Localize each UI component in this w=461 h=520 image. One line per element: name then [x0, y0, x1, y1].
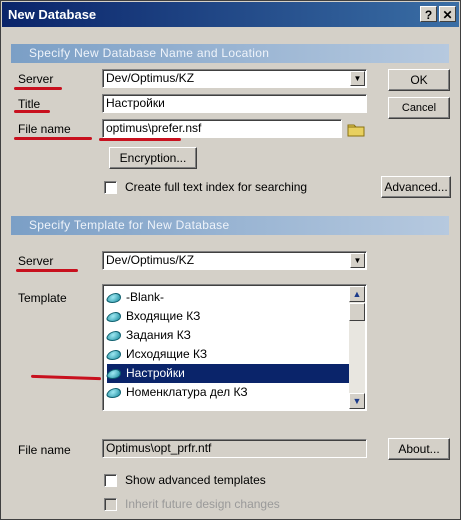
encryption-button[interactable]: Encryption...	[109, 147, 197, 169]
database-icon	[105, 330, 123, 341]
advanced-button[interactable]: Advanced...	[381, 176, 451, 198]
fulltext-checkbox[interactable]	[104, 181, 117, 194]
window-title: New Database	[8, 7, 97, 22]
list-item-label: Входящие КЗ	[126, 309, 201, 323]
template-filename-label: File name	[18, 443, 71, 457]
annotation-underline	[14, 87, 62, 90]
list-item[interactable]: Задания КЗ	[105, 326, 349, 345]
list-item-label: Задания КЗ	[126, 328, 191, 342]
new-database-dialog: New Database ? ✕ Specify New Database Na…	[0, 0, 461, 520]
template-section-header: Specify Template for New Database	[11, 216, 449, 235]
scroll-up-icon[interactable]: ▲	[349, 286, 365, 302]
list-item-label: -Blank-	[126, 290, 165, 304]
fulltext-label: Create full text index for searching	[125, 180, 308, 194]
server-dropdown[interactable]: Dev/Optimus/KZ ▼	[102, 69, 367, 88]
template-server-dropdown[interactable]: Dev/Optimus/KZ ▼	[102, 251, 367, 270]
list-item-label: Исходящие КЗ	[126, 347, 208, 361]
template-list[interactable]: -Blank- Входящие КЗ Задания КЗ Исходящие…	[102, 284, 367, 411]
database-icon	[105, 387, 123, 398]
list-item-selected[interactable]: Настройки	[105, 364, 349, 383]
close-icon[interactable]: ✕	[439, 6, 456, 22]
database-icon	[105, 349, 123, 360]
title-label: Title	[18, 97, 41, 111]
list-item-label: Настройки	[126, 366, 185, 380]
list-scrollbar[interactable]: ▲ ▼	[349, 286, 365, 409]
database-icon	[105, 368, 123, 379]
filename-input[interactable]: optimus\prefer.nsf	[102, 119, 342, 138]
folder-icon[interactable]	[346, 120, 366, 138]
chevron-down-icon[interactable]: ▼	[350, 71, 365, 86]
template-section-title: Specify Template for New Database	[29, 218, 230, 232]
server-value: Dev/Optimus/KZ	[106, 71, 195, 85]
ok-button[interactable]: OK	[388, 69, 450, 91]
list-item-label: Номенклатура дел КЗ	[126, 385, 248, 399]
server-label: Server	[18, 72, 54, 86]
list-item[interactable]: Исходящие КЗ	[105, 345, 349, 364]
show-advanced-label: Show advanced templates	[125, 473, 266, 487]
template-server-label: Server	[18, 254, 54, 268]
list-item[interactable]: -Blank-	[105, 288, 349, 307]
annotation-underline	[14, 137, 92, 140]
annotation-underline	[30, 374, 102, 381]
cancel-button[interactable]: Cancel	[388, 97, 450, 119]
database-icon	[105, 292, 123, 303]
title-input[interactable]: Настройки	[102, 94, 367, 113]
inherit-label: Inherit future design changes	[125, 497, 280, 511]
inherit-checkbox	[104, 498, 117, 511]
filename-label: File name	[18, 122, 71, 136]
annotation-underline	[16, 269, 78, 272]
template-label: Template	[18, 291, 67, 305]
location-section-header: Specify New Database Name and Location	[11, 44, 449, 63]
chevron-down-icon[interactable]: ▼	[350, 253, 365, 268]
template-filename-field: Optimus\opt_prfr.ntf	[102, 439, 367, 458]
location-section-title: Specify New Database Name and Location	[29, 46, 270, 60]
annotation-underline	[14, 110, 50, 113]
database-icon	[105, 311, 123, 322]
list-item[interactable]: Входящие КЗ	[105, 307, 349, 326]
help-icon[interactable]: ?	[420, 6, 437, 22]
show-advanced-checkbox[interactable]	[104, 474, 117, 487]
scroll-thumb[interactable]	[349, 303, 365, 321]
about-button[interactable]: About...	[388, 438, 450, 460]
list-item[interactable]: Номенклатура дел КЗ	[105, 383, 349, 402]
annotation-underline	[99, 138, 181, 141]
title-bar[interactable]: New Database ? ✕	[2, 2, 459, 27]
template-server-value: Dev/Optimus/KZ	[106, 253, 195, 267]
scroll-down-icon[interactable]: ▼	[349, 393, 365, 409]
